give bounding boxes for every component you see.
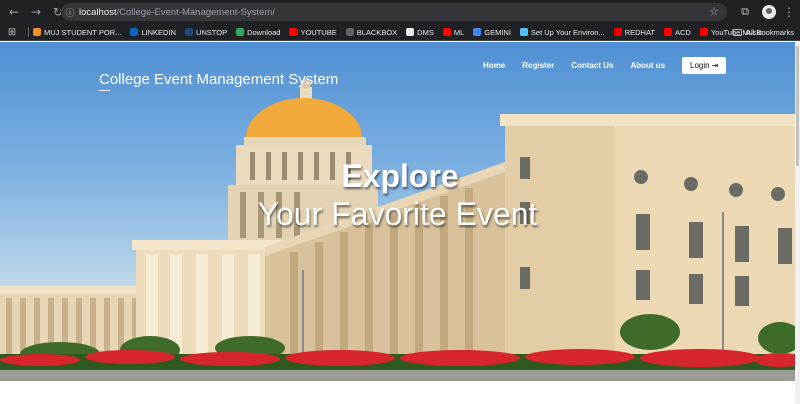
url-path: /College-Event-Management-System/ (116, 6, 275, 18)
address-bar[interactable]: ⓘ localhost/College-Event-Management-Sys… (61, 3, 727, 21)
login-button[interactable]: Login ⇥ (682, 57, 727, 74)
back-icon[interactable]: ← (4, 2, 24, 22)
browser-toolbar: ← → ↻ ⓘ localhost/College-Event-Manageme… (0, 0, 800, 24)
bookmark-label: DMS (417, 27, 434, 37)
bookmark-item[interactable]: REDHAT (613, 27, 655, 37)
bookmark-label: ACD (675, 27, 691, 37)
site-info-icon[interactable]: ⓘ (61, 6, 79, 19)
page-scrollbar[interactable] (795, 42, 800, 404)
bookmark-favicon-icon (236, 28, 245, 36)
bookmark-label: MUJ STUDENT POR... (44, 27, 122, 37)
bookmark-favicon-icon (33, 28, 41, 36)
bookmarks-divider (28, 27, 29, 37)
bookmark-item[interactable]: GEMINI (473, 28, 511, 37)
bookmark-label: LINKEDIN (141, 27, 176, 37)
hero-heading-line2: Your Favorite Event (257, 196, 538, 232)
bookmark-favicon-icon (406, 28, 415, 36)
bookmark-item[interactable]: Set Up Your Environ... (519, 27, 605, 37)
bookmark-label: REDHAT (624, 27, 655, 37)
all-bookmarks-label: All Bookmarks (746, 28, 794, 37)
bookmark-favicon-icon (442, 28, 451, 36)
bookmark-favicon-icon (473, 28, 482, 36)
login-label: Login (690, 61, 710, 70)
bookmark-favicon-icon (699, 28, 708, 36)
bookmark-item[interactable]: YOUTUBE (289, 27, 337, 37)
hero-section: College Event Management System Home Reg… (0, 42, 795, 381)
nav-home-link[interactable]: Home (483, 61, 505, 70)
forward-icon[interactable]: → (26, 2, 46, 22)
all-bookmarks-button[interactable]: All Bookmarks (733, 24, 794, 41)
site-nav: Home Register Contact Us About us Login … (483, 57, 727, 74)
bookmark-favicon-icon (519, 28, 528, 36)
nav-about-link[interactable]: About us (630, 61, 665, 70)
bookmark-label: ML (453, 27, 465, 37)
bookmark-item[interactable]: ML (442, 27, 465, 37)
bookmark-label: GEMINI (484, 27, 511, 37)
folder-icon (733, 29, 743, 36)
extensions-icon[interactable]: ⧉ (734, 5, 756, 19)
login-icon: ⇥ (711, 61, 719, 70)
bookmark-star-icon[interactable]: ☆ (709, 5, 719, 18)
bookmarks-bar: ⊞ MUJ STUDENT POR... LINKEDIN UNSTOP Downlo… (0, 24, 800, 41)
scrollbar-thumb[interactable] (796, 46, 799, 166)
nav-contact-link[interactable]: Contact Us (571, 61, 613, 70)
bookmark-favicon-icon (613, 28, 622, 36)
bookmark-item[interactable]: UNSTOP (184, 27, 228, 37)
bookmark-favicon-icon (289, 28, 298, 36)
nav-register-link[interactable]: Register (522, 61, 554, 70)
bookmark-item[interactable]: DMS (406, 28, 434, 37)
url-host: localhost (79, 6, 117, 18)
site-brand[interactable]: College Event Management System (99, 71, 338, 91)
apps-grid-icon[interactable]: ⊞ (0, 27, 24, 38)
bookmark-item[interactable]: Download (236, 28, 280, 37)
bookmarks-list: MUJ STUDENT POR... LINKEDIN UNSTOP Download… (33, 28, 771, 37)
bookmark-item[interactable]: BLACKBOX (345, 27, 398, 37)
bookmark-favicon-icon (345, 28, 354, 36)
bookmark-item[interactable]: MUJ STUDENT POR... (33, 28, 121, 37)
bookmark-label: UNSTOP (195, 27, 228, 37)
bookmark-favicon-icon (184, 28, 193, 36)
bookmark-label: BLACKBOX (356, 27, 398, 37)
menu-kebab-icon[interactable]: ⋮ (782, 5, 796, 19)
bookmark-item[interactable]: LINKEDIN (130, 28, 176, 37)
hero-heading-line1: Explore (341, 158, 459, 194)
bookmark-label: Set Up Your Environ... (530, 27, 605, 37)
bookmark-item[interactable]: ACD (664, 28, 691, 37)
bookmark-label: YOUTUBE (300, 27, 337, 37)
web-page: College Event Management System Home Reg… (0, 42, 800, 404)
bookmark-favicon-icon (664, 28, 672, 36)
bookmark-favicon-icon (130, 28, 139, 36)
profile-avatar[interactable] (762, 5, 776, 19)
bookmark-label: Download (247, 27, 281, 37)
url-text: localhost/College-Event-Management-Syste… (79, 7, 275, 18)
